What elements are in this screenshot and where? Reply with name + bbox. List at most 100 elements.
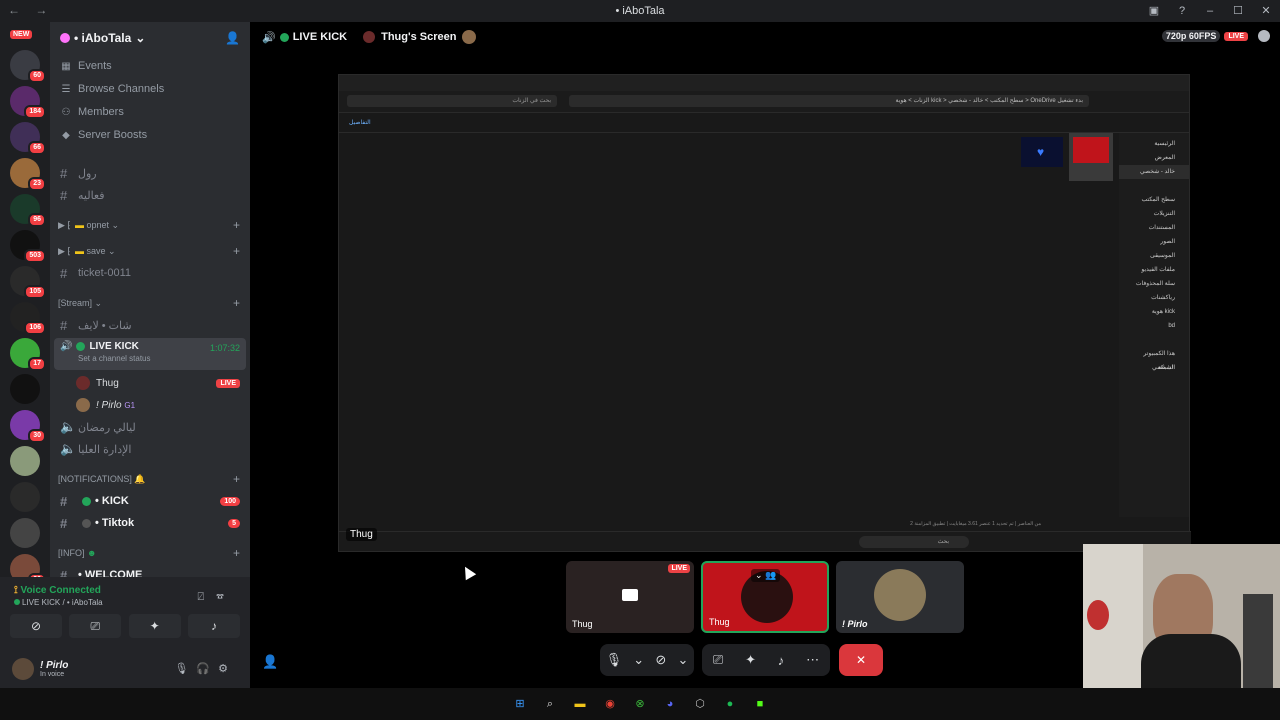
- voice-member[interactable]: ! Pirlo G1: [50, 394, 250, 416]
- xbox-icon[interactable]: ⊗: [631, 695, 649, 713]
- voice-channel[interactable]: 🔈 ليالي رمضان: [50, 416, 250, 438]
- menu-events[interactable]: ▦ Events: [50, 55, 250, 77]
- invite-icon[interactable]: 👤: [225, 31, 240, 45]
- explorer-addressbar: بحث في الزنات الزنات > هوية kick > سطح ا…: [339, 91, 1189, 113]
- server-icon[interactable]: [10, 518, 40, 548]
- browse-icon: ☰: [61, 83, 71, 95]
- category-notifications[interactable]: [NOTIFICATIONS] 🔔 +: [50, 468, 250, 490]
- noise-icon[interactable]: ⍁: [198, 591, 217, 603]
- category-opnet[interactable]: ▶ ⁅ ▬ opnet ⌄ +: [50, 214, 250, 236]
- category-info[interactable]: [INFO] ☻ +: [50, 542, 250, 564]
- server-icon[interactable]: 106: [10, 302, 46, 335]
- channel-tiktok[interactable]: # • Tiktok 5: [50, 512, 250, 534]
- screen-share-button[interactable]: ⎚: [69, 614, 122, 638]
- add-channel-icon[interactable]: +: [233, 546, 240, 560]
- server-icon[interactable]: 17: [10, 338, 46, 371]
- more-icon[interactable]: ⋯: [806, 652, 819, 668]
- camera-off-button[interactable]: ⊘: [10, 614, 62, 638]
- close-button[interactable]: ✕: [1252, 0, 1280, 22]
- channel-text[interactable]: # رول: [50, 162, 250, 184]
- participant-tile-stream[interactable]: LIVE Thug: [566, 561, 694, 633]
- chevron-down-icon[interactable]: ⌄: [633, 652, 644, 668]
- chrome-icon[interactable]: ◉: [601, 695, 619, 713]
- activities-button[interactable]: ✦: [128, 614, 181, 638]
- voice-channel-live-kick[interactable]: 🔊 LIVE KICK 1:07:32 Set a channel status: [54, 338, 246, 370]
- participant-tile[interactable]: ! Pirlo: [836, 561, 964, 633]
- voice-member[interactable]: Thug LIVE: [50, 372, 250, 394]
- activities-button[interactable]: ✦: [745, 652, 756, 668]
- hash-icon: #: [60, 515, 68, 531]
- menu-members[interactable]: ⚇ Members: [50, 101, 250, 123]
- start-icon[interactable]: ⊞: [511, 695, 529, 713]
- channel-status[interactable]: Set a channel status: [78, 354, 240, 363]
- server-icon[interactable]: 30: [10, 410, 46, 443]
- shared-screen[interactable]: بحث في الزنات الزنات > هوية kick > سطح ا…: [338, 74, 1191, 552]
- details-toggle: التفاصيل: [349, 120, 371, 126]
- chat-icon[interactable]: [1258, 30, 1270, 42]
- server-icon[interactable]: 66: [10, 122, 46, 155]
- status-dot: [76, 342, 86, 351]
- add-channel-icon[interactable]: +: [233, 296, 240, 310]
- server-icon[interactable]: [10, 446, 40, 476]
- window-title: • iAboTala: [615, 5, 665, 17]
- server-icon[interactable]: 23: [10, 158, 46, 191]
- category-save[interactable]: ▶ ⁅ ▬ save ⌄ +: [50, 240, 250, 262]
- participant-tile-speaking[interactable]: ⌄ 👥 Thug: [701, 561, 829, 633]
- app-icon[interactable]: ⬡: [691, 695, 709, 713]
- server-header[interactable]: • iAboTala ⌄ 👤: [50, 22, 250, 54]
- server-icon[interactable]: 184: [10, 86, 46, 119]
- server-icon[interactable]: [10, 482, 40, 512]
- disconnect-button[interactable]: ✕: [839, 644, 883, 676]
- quality-badge: 720p 60FPS: [1161, 30, 1221, 42]
- window-controls: ▣ ? – ☐ ✕: [1140, 0, 1280, 22]
- folder-icon[interactable]: ▬: [571, 695, 589, 713]
- server-icon[interactable]: 105: [10, 266, 46, 299]
- call-actions: ⎚ ✦ ♪ ⋯: [702, 644, 830, 676]
- category-stream[interactable]: [Stream] ⌄ +: [50, 292, 250, 314]
- camera-off-button[interactable]: ⊘: [655, 652, 666, 668]
- channel-kick[interactable]: # • KICK 100: [50, 490, 250, 512]
- soundboard-button[interactable]: ♪: [778, 653, 785, 668]
- mic-icon[interactable]: 🎙: [174, 663, 196, 675]
- add-channel-icon[interactable]: +: [233, 472, 240, 486]
- spotify-icon[interactable]: ●: [721, 695, 739, 713]
- avatar: [76, 398, 90, 412]
- speaker-icon: 🔈: [60, 419, 77, 434]
- minimize-button[interactable]: –: [1196, 0, 1224, 22]
- server-icon[interactable]: 60: [10, 50, 46, 83]
- server-icon[interactable]: [10, 374, 40, 404]
- invite-icon[interactable]: 👤: [262, 654, 278, 670]
- add-channel-icon[interactable]: +: [233, 218, 240, 232]
- add-channel-icon[interactable]: +: [233, 244, 240, 258]
- soundboard-button[interactable]: ♪: [187, 614, 240, 638]
- channel-text[interactable]: # فعاليه: [50, 184, 250, 206]
- maximize-button[interactable]: ☐: [1224, 0, 1252, 22]
- remote-taskbar: بحث: [339, 531, 1191, 551]
- avatar: [76, 376, 90, 390]
- headphones-icon[interactable]: 🎧: [196, 663, 218, 675]
- channel-ticket[interactable]: # ticket-0011: [50, 262, 250, 284]
- disconnect-icon[interactable]: ☎: [216, 591, 236, 603]
- inbox-icon[interactable]: ▣: [1140, 0, 1168, 22]
- chevron-down-icon[interactable]: ⌄: [677, 652, 688, 668]
- voice-channel-link[interactable]: LIVE KICK / • iAboTala: [22, 598, 103, 607]
- server-icon[interactable]: 96: [10, 194, 46, 227]
- kick-icon[interactable]: ■: [751, 695, 769, 713]
- channel-chat-live[interactable]: # شات • لايف: [50, 314, 250, 336]
- voice-channel[interactable]: 🔈 الإدارة العليا: [50, 438, 250, 460]
- avatar[interactable]: [12, 657, 34, 680]
- server-icon[interactable]: 503: [10, 230, 46, 263]
- screen-share-button[interactable]: ⎚: [713, 652, 723, 668]
- sharer-label: Thug: [346, 528, 377, 541]
- menu-browse-channels[interactable]: ☰ Browse Channels: [50, 78, 250, 100]
- settings-icon[interactable]: ⚙: [218, 663, 236, 675]
- channel-welcome[interactable]: # • WELCOME: [50, 564, 250, 578]
- mic-button[interactable]: 🎙: [606, 652, 623, 668]
- discord-icon[interactable]: ◕: [661, 695, 679, 713]
- menu-server-boosts[interactable]: ◆ Server Boosts: [50, 124, 250, 146]
- help-icon[interactable]: ?: [1168, 0, 1196, 22]
- tile-menu-icon[interactable]: ⌄ 👥: [751, 569, 781, 582]
- explorer-search: بحث في الزنات: [347, 95, 557, 107]
- explorer-toolbar: التفاصيل: [339, 113, 1189, 133]
- search-icon[interactable]: ⌕: [541, 695, 559, 713]
